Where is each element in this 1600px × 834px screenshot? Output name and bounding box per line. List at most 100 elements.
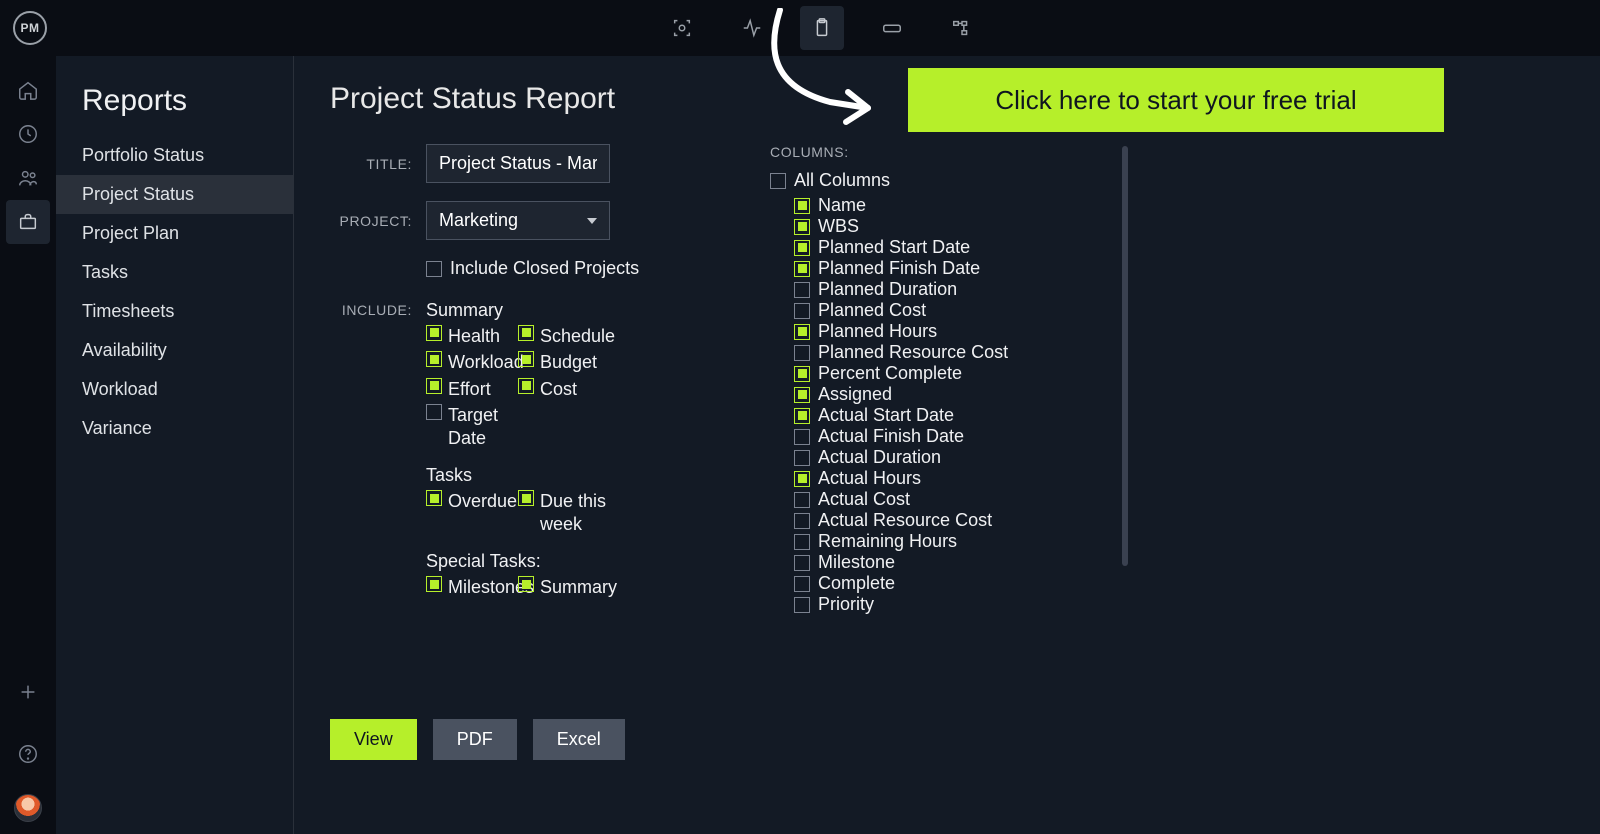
chevron-down-icon [587, 218, 597, 224]
column-label: Planned Finish Date [818, 258, 980, 279]
summary-item-target-date[interactable]: Target Date [426, 404, 516, 449]
sidebar-item-project-status[interactable]: Project Status [56, 175, 293, 214]
column-assigned[interactable]: Assigned [794, 384, 1100, 405]
help-button[interactable] [6, 732, 50, 776]
include-label: INCLUDE: [330, 300, 412, 318]
column-label: Name [818, 195, 866, 216]
avatar[interactable] [14, 794, 42, 822]
briefcase-nav[interactable] [6, 200, 50, 244]
view-button[interactable]: View [330, 719, 417, 760]
pdf-button[interactable]: PDF [433, 719, 517, 760]
tasks-item-due-this-week[interactable]: Due this week [518, 490, 608, 535]
all-columns-checkbox[interactable]: All Columns [770, 170, 1100, 191]
column-label: Planned Duration [818, 279, 957, 300]
summary-item-label: Effort [448, 378, 491, 401]
sidebar-title: Reports [56, 84, 293, 136]
column-priority[interactable]: Priority [794, 594, 1100, 615]
column-percent-complete[interactable]: Percent Complete [794, 363, 1100, 384]
checkbox-icon [426, 351, 442, 367]
special-heading: Special Tasks: [426, 551, 650, 572]
checkbox-icon [426, 404, 442, 420]
checkbox-icon [426, 490, 442, 506]
column-planned-duration[interactable]: Planned Duration [794, 279, 1100, 300]
summary-item-budget[interactable]: Budget [518, 351, 608, 374]
column-remaining-hours[interactable]: Remaining Hours [794, 531, 1100, 552]
scan-icon[interactable] [660, 6, 704, 50]
clipboard-icon[interactable] [800, 6, 844, 50]
column-actual-hours[interactable]: Actual Hours [794, 468, 1100, 489]
column-actual-resource-cost[interactable]: Actual Resource Cost [794, 510, 1100, 531]
checkbox-icon [794, 282, 810, 298]
checkbox-icon [794, 345, 810, 361]
sidebar-item-portfolio-status[interactable]: Portfolio Status [56, 136, 293, 175]
checkbox-icon [770, 173, 786, 189]
include-closed-checkbox[interactable]: Include Closed Projects [426, 258, 639, 279]
sidebar-item-variance[interactable]: Variance [56, 409, 293, 448]
people-nav[interactable] [6, 156, 50, 200]
column-complete[interactable]: Complete [794, 573, 1100, 594]
title-input[interactable] [426, 144, 610, 183]
columns-scrollbar[interactable] [1122, 146, 1128, 686]
column-actual-start-date[interactable]: Actual Start Date [794, 405, 1100, 426]
home-nav[interactable] [6, 68, 50, 112]
column-label: Planned Start Date [818, 237, 970, 258]
checkbox-icon [794, 471, 810, 487]
column-wbs[interactable]: WBS [794, 216, 1100, 237]
add-button[interactable] [6, 670, 50, 714]
credit-card-icon[interactable] [870, 6, 914, 50]
summary-item-health[interactable]: Health [426, 325, 516, 348]
checkbox-icon [794, 513, 810, 529]
logo[interactable]: PM [13, 11, 47, 45]
column-actual-duration[interactable]: Actual Duration [794, 447, 1100, 468]
checkbox-icon [794, 240, 810, 256]
column-actual-cost[interactable]: Actual Cost [794, 489, 1100, 510]
tasks-item-overdue[interactable]: Overdue [426, 490, 516, 535]
project-select[interactable]: Marketing [426, 201, 610, 240]
checkbox-icon [426, 325, 442, 341]
checkbox-icon [794, 576, 810, 592]
summary-item-label: Schedule [540, 325, 615, 348]
column-planned-start-date[interactable]: Planned Start Date [794, 237, 1100, 258]
column-actual-finish-date[interactable]: Actual Finish Date [794, 426, 1100, 447]
column-planned-finish-date[interactable]: Planned Finish Date [794, 258, 1100, 279]
sidebar-item-project-plan[interactable]: Project Plan [56, 214, 293, 253]
special-item-milestones[interactable]: Milestones [426, 576, 516, 599]
flow-icon[interactable] [940, 6, 984, 50]
summary-item-cost[interactable]: Cost [518, 378, 608, 401]
column-label: Milestone [818, 552, 895, 573]
summary-item-label: Budget [540, 351, 597, 374]
column-planned-hours[interactable]: Planned Hours [794, 321, 1100, 342]
checkbox-icon [794, 492, 810, 508]
sidebar-item-tasks[interactable]: Tasks [56, 253, 293, 292]
summary-item-effort[interactable]: Effort [426, 378, 516, 401]
column-planned-cost[interactable]: Planned Cost [794, 300, 1100, 321]
column-label: Planned Cost [818, 300, 926, 321]
checkbox-icon [794, 261, 810, 277]
column-label: Priority [818, 594, 874, 615]
column-planned-resource-cost[interactable]: Planned Resource Cost [794, 342, 1100, 363]
summary-item-schedule[interactable]: Schedule [518, 325, 608, 348]
clock-nav[interactable] [6, 112, 50, 156]
sidebar-item-availability[interactable]: Availability [56, 331, 293, 370]
tasks-item-label: Overdue [448, 490, 517, 513]
column-label: Actual Finish Date [818, 426, 964, 447]
column-milestone[interactable]: Milestone [794, 552, 1100, 573]
activity-icon[interactable] [730, 6, 774, 50]
checkbox-icon [518, 378, 534, 394]
special-item-label: Summary [540, 576, 617, 599]
reports-sidebar: Reports Portfolio StatusProject StatusPr… [56, 56, 294, 834]
column-name[interactable]: Name [794, 195, 1100, 216]
sidebar-item-workload[interactable]: Workload [56, 370, 293, 409]
column-label: Actual Resource Cost [818, 510, 992, 531]
sidebar-item-timesheets[interactable]: Timesheets [56, 292, 293, 331]
special-item-summary[interactable]: Summary [518, 576, 608, 599]
project-label: PROJECT: [330, 213, 412, 229]
checkbox-icon [518, 351, 534, 367]
tasks-heading: Tasks [426, 465, 650, 486]
excel-button[interactable]: Excel [533, 719, 625, 760]
cta-banner[interactable]: Click here to start your free trial [908, 68, 1444, 132]
tasks-item-label: Due this week [540, 490, 608, 535]
checkbox-icon [794, 429, 810, 445]
summary-item-label: Health [448, 325, 500, 348]
summary-item-workload[interactable]: Workload [426, 351, 516, 374]
